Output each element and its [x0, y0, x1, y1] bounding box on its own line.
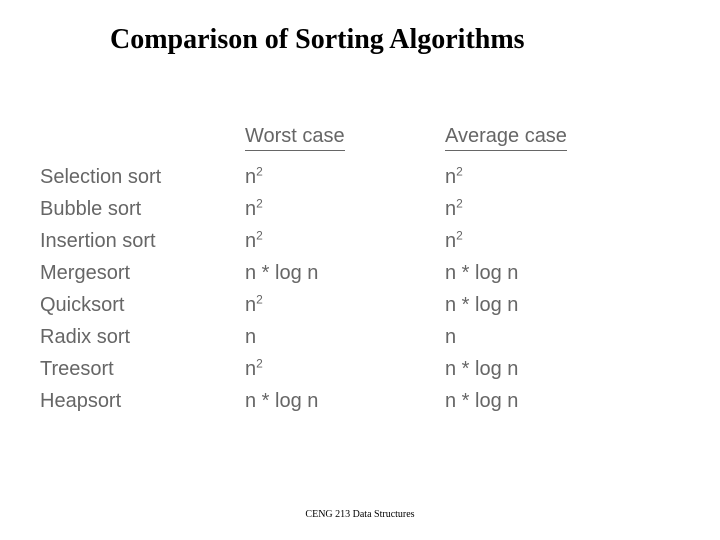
worst-case-cell: n2: [245, 193, 445, 225]
worst-case-cell: n: [245, 321, 445, 353]
complexity-expr: n2: [245, 358, 263, 380]
worst-case-cell: n2: [245, 289, 445, 321]
algo-name: Selection sort: [40, 161, 245, 193]
average-case-cell: n2: [445, 225, 605, 257]
complexity-expr: n: [445, 326, 456, 348]
average-case-cell: n * log n: [445, 353, 605, 385]
algo-name: Quicksort: [40, 289, 245, 321]
table-row: Mergesortn * log nn * log n: [40, 257, 670, 289]
header-worst-label: Worst case: [245, 125, 345, 151]
footer-text: CENG 213 Data Structures: [0, 509, 720, 520]
header-average: Average case: [445, 125, 605, 151]
complexity-expr: n2: [445, 230, 463, 252]
algo-name: Treesort: [40, 353, 245, 385]
average-case-cell: n * log n: [445, 385, 605, 417]
complexity-expr: n2: [445, 198, 463, 220]
complexity-expr: n * log n: [445, 390, 518, 412]
table-row: Bubble sortn2n2: [40, 193, 670, 225]
worst-case-cell: n2: [245, 161, 445, 193]
table-body: Selection sortn2n2Bubble sortn2n2Inserti…: [40, 161, 670, 417]
complexity-expr: n: [245, 326, 256, 348]
complexity-expr: n2: [245, 166, 263, 188]
complexity-expr: n2: [245, 198, 263, 220]
table-row: Quicksortn2 n * log n: [40, 289, 670, 321]
table-header-row: Worst case Average case: [40, 125, 670, 151]
worst-case-cell: n2: [245, 353, 445, 385]
table-row: Heapsortn * log nn * log n: [40, 385, 670, 417]
header-average-label: Average case: [445, 125, 567, 151]
average-case-cell: n2: [445, 161, 605, 193]
complexity-expr: n2: [245, 294, 263, 316]
worst-case-cell: n * log n: [245, 257, 445, 289]
header-worst: Worst case: [245, 125, 445, 151]
complexity-expr: n * log n: [245, 390, 318, 412]
complexity-expr: n2: [245, 230, 263, 252]
page-title: Comparison of Sorting Algorithms: [110, 24, 525, 56]
average-case-cell: n2: [445, 193, 605, 225]
complexity-expr: n * log n: [245, 262, 318, 284]
table-row: Insertion sortn2n2: [40, 225, 670, 257]
algo-name: Radix sort: [40, 321, 245, 353]
average-case-cell: n: [445, 321, 605, 353]
complexity-expr: n * log n: [445, 262, 518, 284]
header-algo-spacer: [40, 125, 245, 151]
complexity-expr: n * log n: [445, 294, 518, 316]
complexity-expr: n * log n: [445, 358, 518, 380]
complexity-table: Worst case Average case Selection sortn2…: [40, 125, 670, 417]
algo-name: Mergesort: [40, 257, 245, 289]
complexity-expr: n2: [445, 166, 463, 188]
worst-case-cell: n2: [245, 225, 445, 257]
algo-name: Insertion sort: [40, 225, 245, 257]
table-row: Radix sortnn: [40, 321, 670, 353]
algo-name: Heapsort: [40, 385, 245, 417]
table-row: Treesortn2 n * log n: [40, 353, 670, 385]
algo-name: Bubble sort: [40, 193, 245, 225]
worst-case-cell: n * log n: [245, 385, 445, 417]
table-row: Selection sortn2n2: [40, 161, 670, 193]
average-case-cell: n * log n: [445, 257, 605, 289]
average-case-cell: n * log n: [445, 289, 605, 321]
